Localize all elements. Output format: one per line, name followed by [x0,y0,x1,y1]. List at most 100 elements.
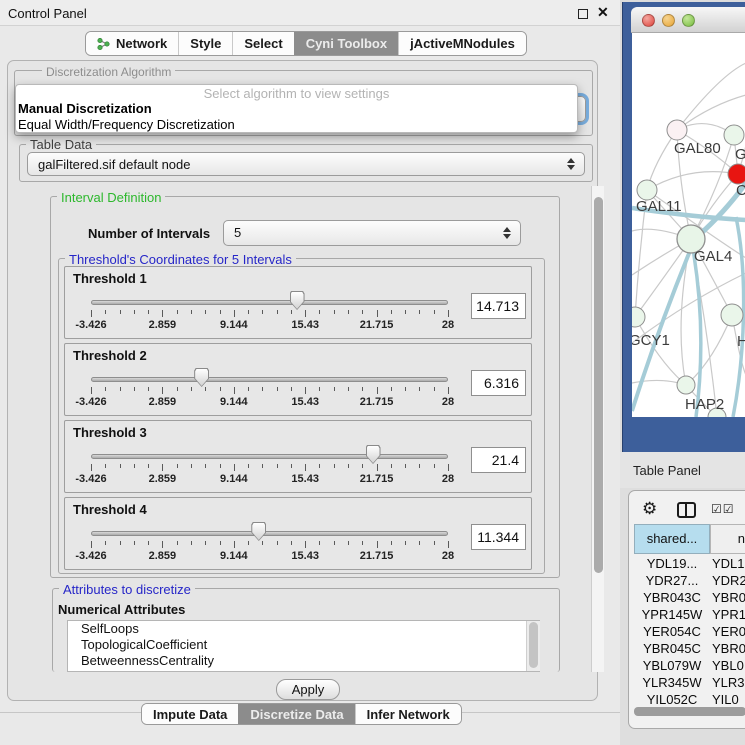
table-row[interactable]: YIL052CYIL0 [634,691,745,705]
table-horizontal-scrollbar[interactable] [634,707,745,716]
table-row[interactable]: YPR145WYPR1 [634,606,745,623]
slider-ticks [65,387,531,395]
table-row[interactable]: YDR27...YDR2 [634,572,745,589]
tab-select[interactable]: Select [232,32,293,55]
numerical-attributes-label: Numerical Attributes [58,602,185,617]
table-row[interactable]: YDL19...YDL1 [634,555,745,572]
threshold-4-label: Threshold 4 [73,502,147,517]
network-canvas[interactable]: GAL80GACGAL11GAL4GCY1HHAP2 [632,33,745,417]
cell-name: YDR2 [712,572,745,589]
table-row[interactable]: YBR045CYBR0 [634,640,745,657]
tick-mark [434,464,435,468]
network-node[interactable] [677,376,695,394]
threshold-2-slider-thumb[interactable] [194,368,209,387]
discretization-algorithm-group-title: Discretization Algorithm [42,65,175,79]
tab-cyni-toolbox[interactable]: Cyni Toolbox [294,32,398,55]
tick-mark [334,387,335,391]
number-of-intervals-spinner[interactable]: 5 [223,220,521,246]
table-row[interactable]: YBR043CYBR0 [634,589,745,606]
dropdown-item-manual-discretization[interactable]: Manual Discretization [16,101,577,117]
tick-label: -3.426 [75,550,106,562]
close-traffic-light[interactable] [642,14,655,27]
control-panel: Control Panel ✕ Network Style Select [0,0,620,745]
network-window-titlebar[interactable] [631,7,745,33]
tick-mark [348,310,349,314]
column-header-name[interactable]: na [710,524,745,554]
network-node[interactable] [667,120,687,140]
tick-mark [91,387,92,394]
tick-mark [348,541,349,545]
split-view-icon[interactable] [677,502,696,518]
network-node[interactable] [721,304,743,326]
threshold-3-slider-thumb[interactable] [366,445,381,464]
cell-shared-name: YPR145W [634,606,710,623]
table-data-combobox[interactable]: galFiltered.sif default node [27,152,585,176]
table-row[interactable]: YER054CYER0 [634,623,745,640]
threshold-4-block: Threshold 4 -3.4262.8599.14415.4321.7152… [64,497,532,570]
cell-shared-name: YLR345W [634,674,710,691]
column-header-shared-name[interactable]: shared... [634,524,710,554]
attribute-list-item[interactable]: BetweennessCentrality [68,653,539,669]
tick-mark [191,541,192,545]
network-node-label: GAL11 [636,198,682,215]
panel-scrollbar[interactable] [591,186,604,672]
tab-jactivemnodules[interactable]: jActiveMNodules [398,32,526,55]
table-row[interactable]: YBL079WYBL0 [634,657,745,674]
threshold-3-block: Threshold 3 -3.4262.8599.14415.4321.7152… [64,420,532,493]
bottom-tab-bar: Impute Data Discretize Data Infer Networ… [141,703,462,725]
dropdown-hint-item[interactable]: Select algorithm to view settings [16,85,577,101]
number-of-intervals-value: 5 [234,225,241,240]
threshold-4-slider-thumb[interactable] [251,522,266,541]
network-node[interactable] [724,125,744,145]
cell-name: YBR0 [712,589,745,606]
threshold-3-value-field[interactable]: 21.4 [471,447,526,473]
tab-discretize-data[interactable]: Discretize Data [238,704,354,724]
tick-label: 9.144 [220,319,248,331]
tick-mark [120,387,121,391]
tab-infer-network[interactable]: Infer Network [355,704,461,724]
threshold-1-value-field[interactable]: 14.713 [471,293,526,319]
panel-title: Control Panel [8,6,87,21]
cell-shared-name: YBR045C [634,640,710,657]
table-panel-header: Table Panel [620,452,745,488]
threshold-2-block: Threshold 2 -3.4262.8599.14415.4321.7152… [64,343,532,416]
threshold-1-slider-thumb[interactable] [290,291,305,310]
attributes-list-scrollbar[interactable] [526,621,540,671]
tick-mark [162,464,163,471]
close-icon[interactable]: ✕ [597,4,609,21]
cell-name: YPR1 [712,606,745,623]
slider-ticks [65,541,531,549]
network-node[interactable] [637,180,657,200]
network-node[interactable] [632,307,645,327]
network-node-label: GCY1 [632,332,670,349]
gear-icon[interactable]: ⚙ [642,499,657,519]
table-row[interactable]: YLR345WYLR3 [634,674,745,691]
apply-button[interactable]: Apply [276,679,340,700]
tick-mark [205,387,206,391]
threshold-4-value-field[interactable]: 11.344 [471,524,526,550]
tick-label: 9.144 [220,550,248,562]
tick-mark [177,387,178,391]
dropdown-item-equal-width[interactable]: Equal Width/Frequency Discretization [16,117,577,133]
column-checkbox-icons[interactable]: ☑☑ [711,502,735,516]
tab-impute-data[interactable]: Impute Data [142,704,238,724]
tick-mark [134,541,135,545]
threshold-1-slider-track[interactable] [91,300,448,305]
network-node[interactable] [728,164,745,184]
attribute-list-item[interactable]: SelfLoops [68,621,539,637]
threshold-4-slider-track[interactable] [91,531,448,536]
float-window-icon[interactable] [578,9,588,19]
tab-style[interactable]: Style [178,32,232,55]
zoom-traffic-light[interactable] [682,14,695,27]
minimize-traffic-light[interactable] [662,14,675,27]
attribute-list-item[interactable]: TopologicalCoefficient [68,637,539,653]
tick-mark [91,464,92,471]
tab-network[interactable]: Network [86,32,178,55]
tick-mark [148,387,149,391]
tick-mark [305,387,306,394]
threshold-3-slider-track[interactable] [91,454,448,459]
threshold-2-value-field[interactable]: 6.316 [471,370,526,396]
tick-mark [448,310,449,317]
numerical-attributes-list[interactable]: SelfLoopsTopologicalCoefficientBetweenne… [67,620,540,672]
threshold-2-slider-track[interactable] [91,377,448,382]
